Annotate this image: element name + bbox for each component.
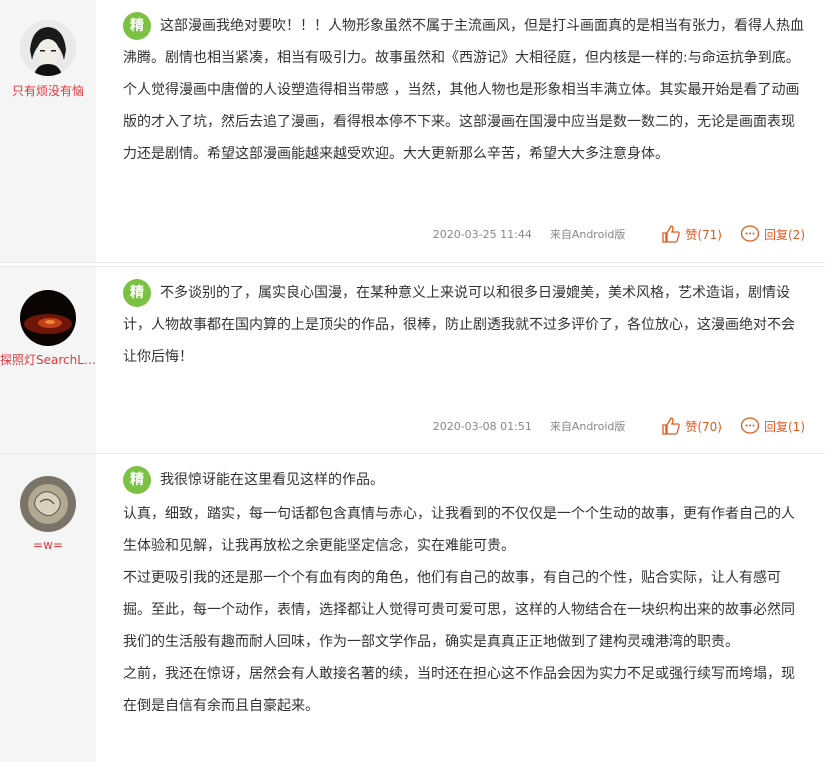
chat-bubble-icon (740, 225, 760, 242)
comment-paragraph: 这部漫画我绝对要吹！！！人物形象虽然不属于主流画风，但是打斗画面真的是相当有张力… (123, 18, 804, 162)
like-count: 赞(70) (685, 419, 722, 434)
comment-item: 探照灯SearchLi… 精不多谈别的了，属实良心国漫，在某种意义上来说可以和很… (0, 266, 825, 454)
avatar[interactable] (20, 476, 76, 532)
comment-author-panel: 探照灯SearchLi… (0, 267, 96, 453)
thumbs-up-icon (662, 225, 681, 243)
like-button[interactable]: 赞(70) (661, 416, 722, 436)
comment-paragraph: 不多谈别的了，属实良心国漫，在某种意义上来说可以和很多日漫媲美，美术风格，艺术造… (123, 285, 795, 365)
comment-paragraph: 不过更吸引我的还是那一个个有血有肉的角色，他们有自己的故事，有自己的个性，贴合实… (123, 570, 795, 650)
comment-source: 来自Android版 (549, 228, 626, 241)
like-button[interactable]: 赞(71) (661, 224, 722, 244)
comment-meta: 2020-03-25 11:44 来自Android版 赞(71) 回复(2) (433, 224, 805, 244)
username[interactable]: 探照灯SearchLi… (0, 351, 96, 368)
comment-body: 精不多谈别的了，属实良心国漫，在某种意义上来说可以和很多日漫媲美，美术风格，艺术… (123, 277, 805, 373)
avatar[interactable] (20, 20, 76, 76)
reply-count: 回复(2) (764, 227, 805, 242)
comment-time: 2020-03-08 01:51 (432, 419, 532, 433)
comment-text: 精不多谈别的了，属实良心国漫，在某种意义上来说可以和很多日漫媲美，美术风格，艺术… (123, 277, 805, 373)
comment-text: 精这部漫画我绝对要吹！！！人物形象虽然不属于主流画风，但是打斗画面真的是相当有张… (123, 10, 805, 170)
username[interactable]: 只有烦没有恼 (0, 82, 96, 99)
reply-count: 回复(1) (764, 419, 805, 434)
reply-button[interactable]: 回复(1) (740, 416, 805, 436)
avatar[interactable] (20, 290, 76, 346)
username[interactable]: =w= (0, 538, 96, 552)
comment-item: 只有烦没有恼 精这部漫画我绝对要吹！！！人物形象虽然不属于主流画风，但是打斗画面… (0, 0, 825, 263)
comment-meta: 2020-03-08 01:51 来自Android版 赞(70) 回复(1) (433, 416, 805, 436)
comment-item: =w= 精我很惊讶能在这里看见这样的作品。 认真，细致，踏实，每一句话都包含真情… (0, 454, 825, 762)
thumbs-up-icon (662, 417, 681, 435)
featured-badge: 精 (123, 466, 151, 494)
comment-time: 2020-03-25 11:44 (432, 227, 532, 241)
comment-paragraph: 之前，我还在惊讶，居然会有人敢接名著的续，当时还在担心这不作品会因为实力不足或强… (123, 666, 795, 714)
chat-bubble-icon (740, 417, 760, 434)
reply-button[interactable]: 回复(2) (740, 224, 805, 244)
comment-paragraph: 我很惊讶能在这里看见这样的作品。 (160, 472, 384, 488)
comment-body: 精我很惊讶能在这里看见这样的作品。 认真，细致，踏实，每一句话都包含真情与赤心，… (123, 464, 805, 722)
comment-paragraph: 认真，细致，踏实，每一句话都包含真情与赤心，让我看到的不仅仅是一个个生动的故事，… (123, 506, 795, 554)
comment-author-panel: 只有烦没有恼 (0, 0, 96, 262)
like-count: 赞(71) (685, 227, 722, 242)
comment-text: 精我很惊讶能在这里看见这样的作品。 (123, 464, 805, 496)
featured-badge: 精 (123, 279, 151, 307)
comment-body: 精这部漫画我绝对要吹！！！人物形象虽然不属于主流画风，但是打斗画面真的是相当有张… (123, 10, 805, 170)
comment-source: 来自Android版 (549, 420, 626, 433)
featured-badge: 精 (123, 12, 151, 40)
comment-author-panel: =w= (0, 454, 96, 762)
